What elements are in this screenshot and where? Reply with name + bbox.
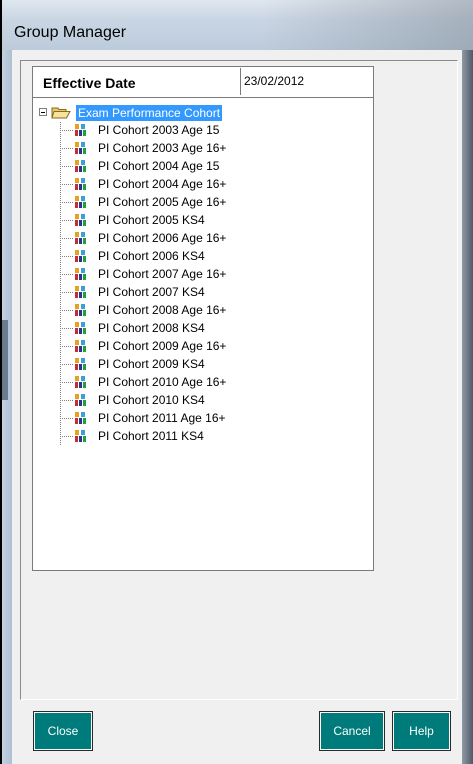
tree-item-label[interactable]: PI Cohort 2004 Age 15 — [98, 158, 219, 174]
folder-open-icon — [51, 107, 71, 119]
cancel-button[interactable]: Cancel — [319, 711, 385, 751]
tree-connector-branch — [60, 238, 73, 239]
window-title: Group Manager — [14, 24, 127, 41]
tree-connector-branch — [60, 418, 73, 419]
cohort-group-icon — [75, 160, 86, 172]
tree-item-label[interactable]: PI Cohort 2010 Age 16+ — [98, 374, 226, 390]
close-button[interactable]: Close — [33, 711, 93, 751]
group-manager-window: Group Manager Effective Date 23/02/2012 … — [0, 0, 473, 764]
cohort-group-icon — [75, 268, 86, 280]
tree-item-label[interactable]: PI Cohort 2003 Age 15 — [98, 122, 219, 138]
tree-connector-branch — [60, 292, 73, 293]
tree-connector-branch — [60, 436, 73, 437]
cohort-group-icon — [75, 178, 86, 190]
tree-connector-branch — [60, 274, 73, 275]
cohort-group-icon — [75, 142, 86, 154]
cohort-group-icon — [75, 286, 86, 298]
cohort-group-icon — [75, 304, 86, 316]
cohort-group-icon — [75, 394, 86, 406]
tree-item-label[interactable]: PI Cohort 2008 KS4 — [98, 320, 205, 336]
group-tree[interactable]: Exam Performance Cohort PI Cohort 2003 A… — [32, 98, 374, 571]
cohort-group-icon — [75, 412, 86, 424]
window-right-border — [462, 50, 473, 764]
tree-connector-branch — [60, 364, 73, 365]
tree-root-label[interactable]: Exam Performance Cohort — [76, 105, 223, 121]
help-button[interactable]: Help — [392, 711, 451, 751]
tree-connector-branch — [60, 130, 73, 131]
tree-connector-branch — [60, 382, 73, 383]
title-bar[interactable]: Group Manager — [2, 0, 473, 50]
tree-item-label[interactable]: PI Cohort 2004 Age 16+ — [98, 176, 226, 192]
tree-connector-branch — [60, 256, 73, 257]
tree-item-label[interactable]: PI Cohort 2006 Age 16+ — [98, 230, 226, 246]
tree-connector-branch — [60, 184, 73, 185]
cohort-group-icon — [75, 376, 86, 388]
cohort-group-icon — [75, 430, 86, 442]
collapse-icon[interactable] — [39, 108, 47, 116]
tree-connector-branch — [60, 328, 73, 329]
cohort-group-icon — [75, 214, 86, 226]
effective-date-field[interactable]: 23/02/2012 — [240, 68, 373, 95]
cohort-group-icon — [75, 322, 86, 334]
tree-item-label[interactable]: PI Cohort 2008 Age 16+ — [98, 302, 226, 318]
tree-connector-branch — [60, 220, 73, 221]
tree-item-label[interactable]: PI Cohort 2011 KS4 — [98, 428, 204, 444]
window-left-border — [2, 50, 12, 764]
tree-connector-branch — [60, 148, 73, 149]
tree-item-label[interactable]: PI Cohort 2007 Age 16+ — [98, 266, 226, 282]
tree-item-label[interactable]: PI Cohort 2006 KS4 — [98, 248, 205, 264]
tree-item-label[interactable]: PI Cohort 2009 KS4 — [98, 356, 205, 372]
cohort-group-icon — [75, 232, 86, 244]
cohort-group-icon — [75, 340, 86, 352]
tree-item-label[interactable]: PI Cohort 2003 Age 16+ — [98, 140, 226, 156]
cohort-group-icon — [75, 358, 86, 370]
tree-item-label[interactable]: PI Cohort 2007 KS4 — [98, 284, 205, 300]
tree-connector-branch — [60, 202, 73, 203]
tree-connector-branch — [60, 166, 73, 167]
tree-item-label[interactable]: PI Cohort 2011 Age 16+ — [98, 410, 226, 426]
tree-item-label[interactable]: PI Cohort 2010 KS4 — [98, 392, 205, 408]
tree-connector-branch — [60, 400, 73, 401]
tree-item-label[interactable]: PI Cohort 2005 Age 16+ — [98, 194, 226, 210]
tree-item-label[interactable]: PI Cohort 2009 Age 16+ — [98, 338, 226, 354]
cohort-group-icon — [75, 196, 86, 208]
tree-connector-line — [60, 122, 61, 445]
cohort-group-icon — [75, 250, 86, 262]
cohort-group-icon — [75, 124, 86, 136]
effective-date-label: Effective Date — [43, 75, 136, 91]
tree-item-label[interactable]: PI Cohort 2005 KS4 — [98, 212, 205, 228]
tree-connector-branch — [60, 310, 73, 311]
tree-connector-branch — [60, 346, 73, 347]
title-bar-shading — [262, 0, 473, 50]
window-left-border-shadow — [2, 320, 8, 400]
effective-date-row: Effective Date 23/02/2012 — [32, 66, 374, 98]
